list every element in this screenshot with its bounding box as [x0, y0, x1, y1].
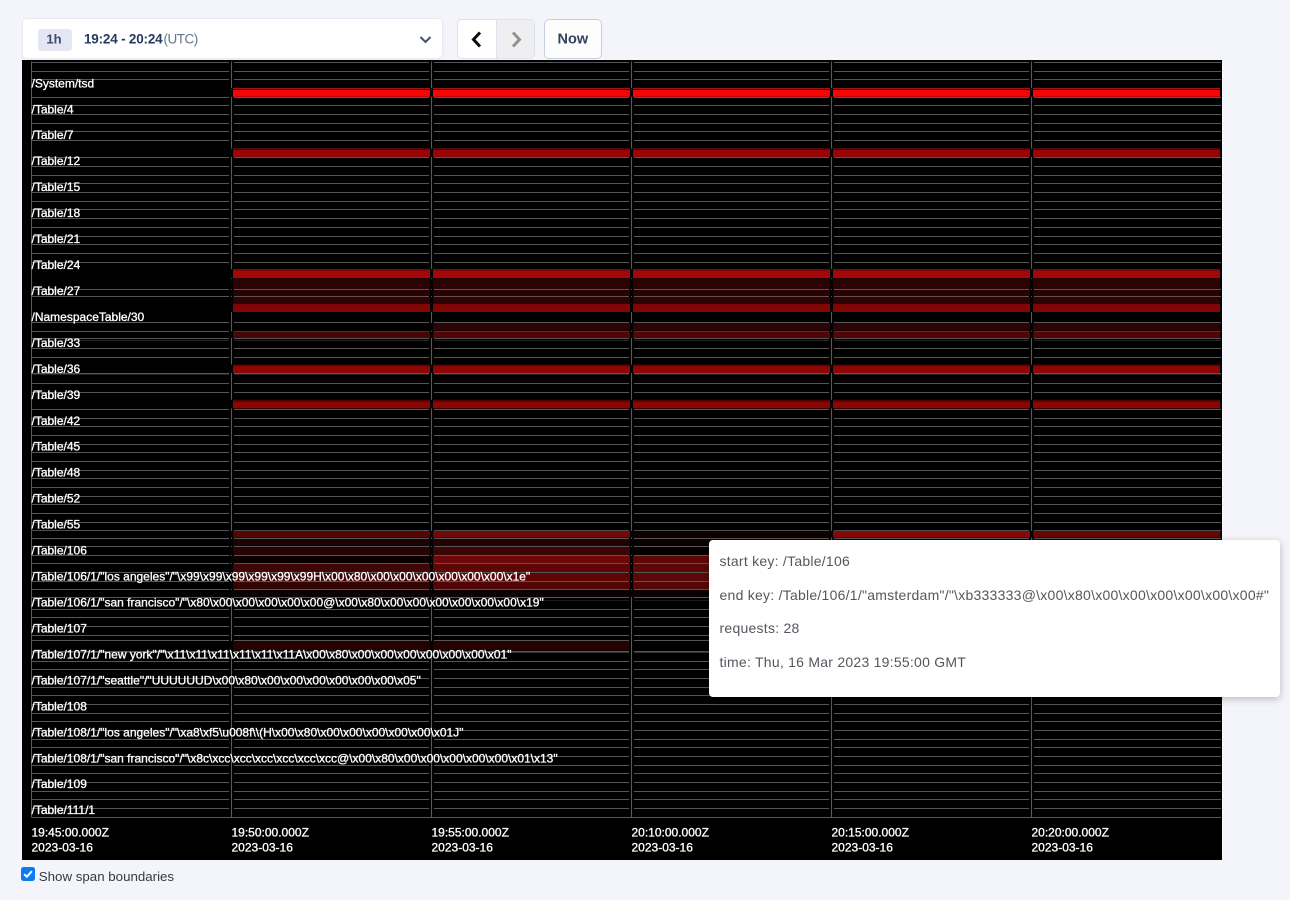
svg-text:19:24 - 20:24: 19:24 - 20:24 — [84, 32, 163, 47]
svg-text:/Table/33: /Table/33 — [32, 336, 81, 350]
svg-text:/Table/52: /Table/52 — [32, 492, 81, 506]
svg-text:19:55:00.000Z: 19:55:00.000Z — [432, 826, 509, 840]
svg-text:2023-03-16: 2023-03-16 — [432, 841, 494, 855]
svg-text:/Table/111/1: /Table/111/1 — [32, 803, 96, 817]
svg-text:/Table/106/1/"san francisco"/": /Table/106/1/"san francisco"/"\x80\x00\x… — [32, 596, 544, 610]
svg-text:/Table/27: /Table/27 — [32, 284, 81, 298]
svg-text:/Table/109: /Table/109 — [32, 777, 88, 791]
svg-text:/Table/4: /Table/4 — [32, 102, 74, 116]
svg-text:1h: 1h — [46, 32, 61, 47]
svg-text:/Table/12: /Table/12 — [32, 154, 81, 168]
svg-text:/Table/21: /Table/21 — [32, 232, 81, 246]
svg-text:/Table/24: /Table/24 — [32, 258, 81, 272]
svg-text:/Table/108: /Table/108 — [32, 699, 88, 713]
svg-text:2023-03-16: 2023-03-16 — [1032, 841, 1094, 855]
svg-text:/Table/55: /Table/55 — [32, 518, 81, 532]
svg-text:20:20:00.000Z: 20:20:00.000Z — [1032, 826, 1109, 840]
svg-text:2023-03-16: 2023-03-16 — [32, 841, 94, 855]
svg-text:/Table/107/1/"seattle"/"UUUUUU: /Table/107/1/"seattle"/"UUUUUUD\x00\x80\… — [32, 673, 421, 687]
svg-text:/Table/15: /Table/15 — [32, 180, 81, 194]
svg-text:19:45:00.000Z: 19:45:00.000Z — [32, 826, 109, 840]
svg-text:/Table/107: /Table/107 — [32, 621, 88, 635]
svg-text:/Table/108/1/"san francisco"/": /Table/108/1/"san francisco"/"\x8c\xcc\x… — [32, 751, 558, 765]
svg-text:/Table/106/1/"los angeles"/"\x: /Table/106/1/"los angeles"/"\x99\x99\x99… — [32, 570, 531, 584]
svg-text:/Table/18: /Table/18 — [32, 206, 81, 220]
svg-text:/Table/42: /Table/42 — [32, 414, 81, 428]
svg-text:20:10:00.000Z: 20:10:00.000Z — [632, 826, 709, 840]
svg-text:Now: Now — [557, 32, 588, 48]
svg-text:/Table/7: /Table/7 — [32, 128, 74, 142]
svg-text:/Table/39: /Table/39 — [32, 388, 81, 402]
svg-text:/System/tsd: /System/tsd — [32, 76, 95, 90]
svg-text:/Table/107/1/"new york"/"\x11\: /Table/107/1/"new york"/"\x11\x11\x11\x1… — [32, 647, 512, 661]
svg-text:2023-03-16: 2023-03-16 — [632, 841, 694, 855]
svg-text:/Table/48: /Table/48 — [32, 466, 81, 480]
svg-text:2023-03-16: 2023-03-16 — [832, 841, 894, 855]
svg-text:/Table/108/1/"los angeles"/"\x: /Table/108/1/"los angeles"/"\xa8\xf5\u00… — [32, 725, 464, 739]
svg-text:/Table/36: /Table/36 — [32, 362, 81, 376]
svg-text:/Table/45: /Table/45 — [32, 440, 81, 454]
svg-text:19:50:00.000Z: 19:50:00.000Z — [232, 826, 309, 840]
svg-text:/Table/106: /Table/106 — [32, 544, 88, 558]
svg-text:2023-03-16: 2023-03-16 — [232, 841, 294, 855]
svg-text:/NamespaceTable/30: /NamespaceTable/30 — [32, 310, 145, 324]
svg-text:20:15:00.000Z: 20:15:00.000Z — [832, 826, 909, 840]
svg-text:(UTC): (UTC) — [164, 32, 198, 47]
